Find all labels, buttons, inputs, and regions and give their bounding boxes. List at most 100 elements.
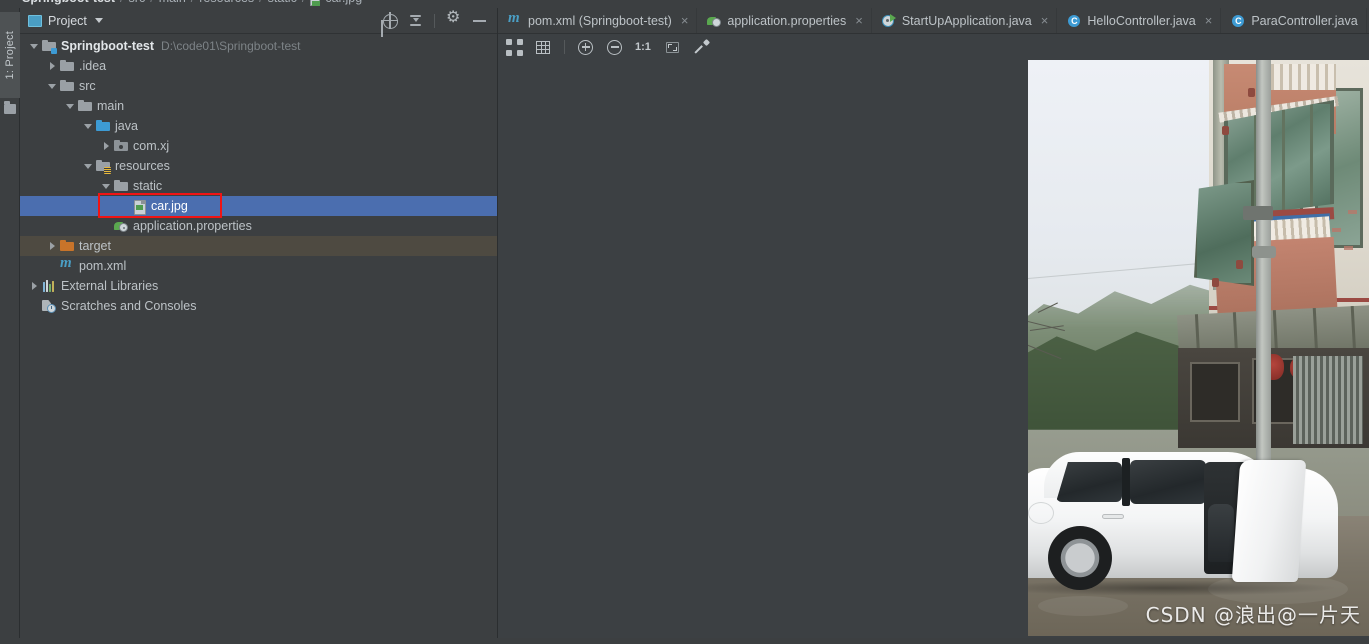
color-picker-icon[interactable]	[693, 38, 711, 56]
tree-node-label: main	[97, 99, 125, 113]
chevron-down-icon[interactable]	[82, 120, 94, 132]
gear-icon[interactable]	[446, 10, 461, 28]
folder-icon	[114, 179, 128, 193]
toolbar-divider	[564, 40, 565, 54]
zoom-in-icon[interactable]	[577, 39, 594, 56]
folder-icon	[60, 79, 74, 93]
breadcrumb-item[interactable]: main	[159, 0, 186, 5]
image-viewer-toolbar	[498, 34, 1369, 60]
breadcrumb: Springboot-test / src / main / resources…	[0, 0, 1369, 8]
tree-node-target[interactable]: target	[20, 236, 497, 256]
image-canvas[interactable]: CSDN @浪出@一片天	[498, 60, 1369, 644]
tree-node-idea[interactable]: .idea	[20, 56, 497, 76]
editor-tab-paracontroller-java[interactable]: ParaController.java	[1221, 8, 1367, 33]
chevron-right-icon[interactable]	[46, 60, 58, 72]
left-tool-strip: 1: Project	[0, 8, 20, 644]
actual-size-button[interactable]	[635, 39, 652, 56]
close-icon[interactable]: ×	[855, 14, 863, 27]
libraries-icon	[42, 279, 56, 293]
breadcrumb-item[interactable]: resources	[199, 0, 254, 5]
tree-node-src[interactable]: src	[20, 76, 497, 96]
chevron-down-icon[interactable]	[46, 80, 58, 92]
project-view-selector[interactable]: Project	[28, 14, 103, 28]
toggle-transparency-chessboard-icon[interactable]	[506, 38, 523, 56]
tool-window-button-project[interactable]: 1: Project	[0, 12, 20, 98]
breadcrumb-separator: /	[259, 0, 262, 5]
close-icon[interactable]: ×	[681, 14, 689, 27]
photo-car-window-front	[1130, 460, 1206, 504]
editor-tab-application-properties[interactable]: application.properties ×	[697, 8, 872, 33]
tree-node-java[interactable]: java	[20, 116, 497, 136]
collapse-all-icon[interactable]	[408, 13, 423, 28]
project-panel-title: Project	[48, 13, 87, 28]
chevron-down-icon[interactable]	[82, 160, 94, 172]
photo-brick-accent	[1344, 246, 1353, 250]
tree-node-label: com.xj	[133, 139, 170, 153]
breadcrumb-item[interactable]: car.jpg	[325, 0, 362, 5]
editor-tab-label: StartUpApplication.java	[901, 13, 1032, 28]
tree-node-com-xj[interactable]: com.xj	[20, 136, 497, 156]
project-icon	[28, 14, 42, 27]
tree-node-label: pom.xml	[79, 259, 127, 273]
photo-glass-balcony-lower	[1194, 180, 1254, 286]
breadcrumb-item[interactable]: Springboot-test	[22, 0, 115, 5]
zoom-out-icon[interactable]	[606, 39, 623, 56]
spring-run-icon	[881, 13, 896, 28]
project-tree[interactable]: Springboot-test D:\code01\Springboot-test…	[20, 34, 497, 644]
photo-shop-window	[1190, 362, 1240, 422]
editor-tab-label: ParaController.java	[1251, 13, 1358, 28]
project-tool-window: Project Springboot-test D:\code01\Springb…	[20, 8, 498, 644]
breadcrumb-separator: /	[302, 0, 305, 5]
editor-tab-pom-xml-springboot-test[interactable]: pom.xml (Springboot-test) ×	[498, 8, 698, 33]
chevron-down-icon[interactable]	[100, 180, 112, 192]
bottom-strip	[0, 638, 1369, 644]
chevron-right-icon[interactable]	[46, 240, 58, 252]
photo-wall-lamp	[1236, 260, 1243, 269]
properties-file-icon	[114, 219, 128, 233]
photo-car-door-handle	[1102, 514, 1124, 519]
tree-node-label: Springboot-test	[61, 39, 155, 53]
tree-node-static[interactable]: static	[20, 176, 497, 196]
close-icon[interactable]: ×	[1041, 14, 1049, 27]
photo-pole-fixture	[1243, 206, 1273, 220]
tree-node-label: External Libraries	[61, 279, 159, 293]
tree-node-resources[interactable]: resources	[20, 156, 497, 176]
photo-wall-lamp	[1222, 126, 1229, 135]
editor-area: pom.xml (Springboot-test)×application.pr…	[498, 8, 1369, 644]
editor-tab-label: pom.xml (Springboot-test)	[528, 13, 672, 28]
tree-node-springboot-test[interactable]: Springboot-test D:\code01\Springboot-test	[20, 36, 497, 56]
chevron-down-icon[interactable]	[28, 40, 40, 52]
editor-tab-bar[interactable]: pom.xml (Springboot-test)×application.pr…	[498, 8, 1369, 34]
close-icon[interactable]: ×	[1205, 14, 1213, 27]
toggle-grid-icon[interactable]	[535, 39, 552, 56]
maven-icon	[508, 11, 522, 28]
image-file-icon	[310, 0, 321, 6]
editor-tab-startupapplication-java[interactable]: StartUpApplication.java ×	[872, 8, 1058, 33]
tree-node-main[interactable]: main	[20, 96, 497, 116]
breadcrumb-item[interactable]: src	[129, 0, 146, 5]
image-file-icon	[132, 199, 146, 215]
tree-node-application-properties[interactable]: application.properties	[20, 216, 497, 236]
photo-car-b-pillar	[1122, 458, 1130, 506]
tree-node-car-jpg[interactable]: car.jpg	[20, 196, 497, 216]
java-class-icon	[1067, 14, 1081, 28]
tree-node-external-libraries[interactable]: External Libraries	[20, 276, 497, 296]
tree-node-pom-xml[interactable]: pom.xml	[20, 256, 497, 276]
chevron-down-icon	[94, 18, 103, 23]
fit-to-window-icon[interactable]	[664, 39, 681, 56]
locate-file-icon[interactable]	[381, 12, 398, 29]
tree-node-label: Scratches and Consoles	[61, 299, 197, 313]
editor-tab-hellocontroller-java[interactable]: HelloController.java ×	[1057, 8, 1222, 33]
chevron-down-icon[interactable]	[64, 100, 76, 112]
breadcrumb-item[interactable]: static	[268, 0, 297, 5]
tree-node-scratches-and-consoles[interactable]: Scratches and Consoles	[20, 296, 497, 316]
photo-white-car	[1028, 452, 1348, 602]
chevron-right-icon[interactable]	[28, 280, 40, 292]
folder-icon[interactable]	[4, 101, 16, 114]
chevron-right-icon[interactable]	[100, 140, 112, 152]
minimize-icon[interactable]	[472, 13, 487, 28]
maven-icon	[60, 256, 74, 273]
